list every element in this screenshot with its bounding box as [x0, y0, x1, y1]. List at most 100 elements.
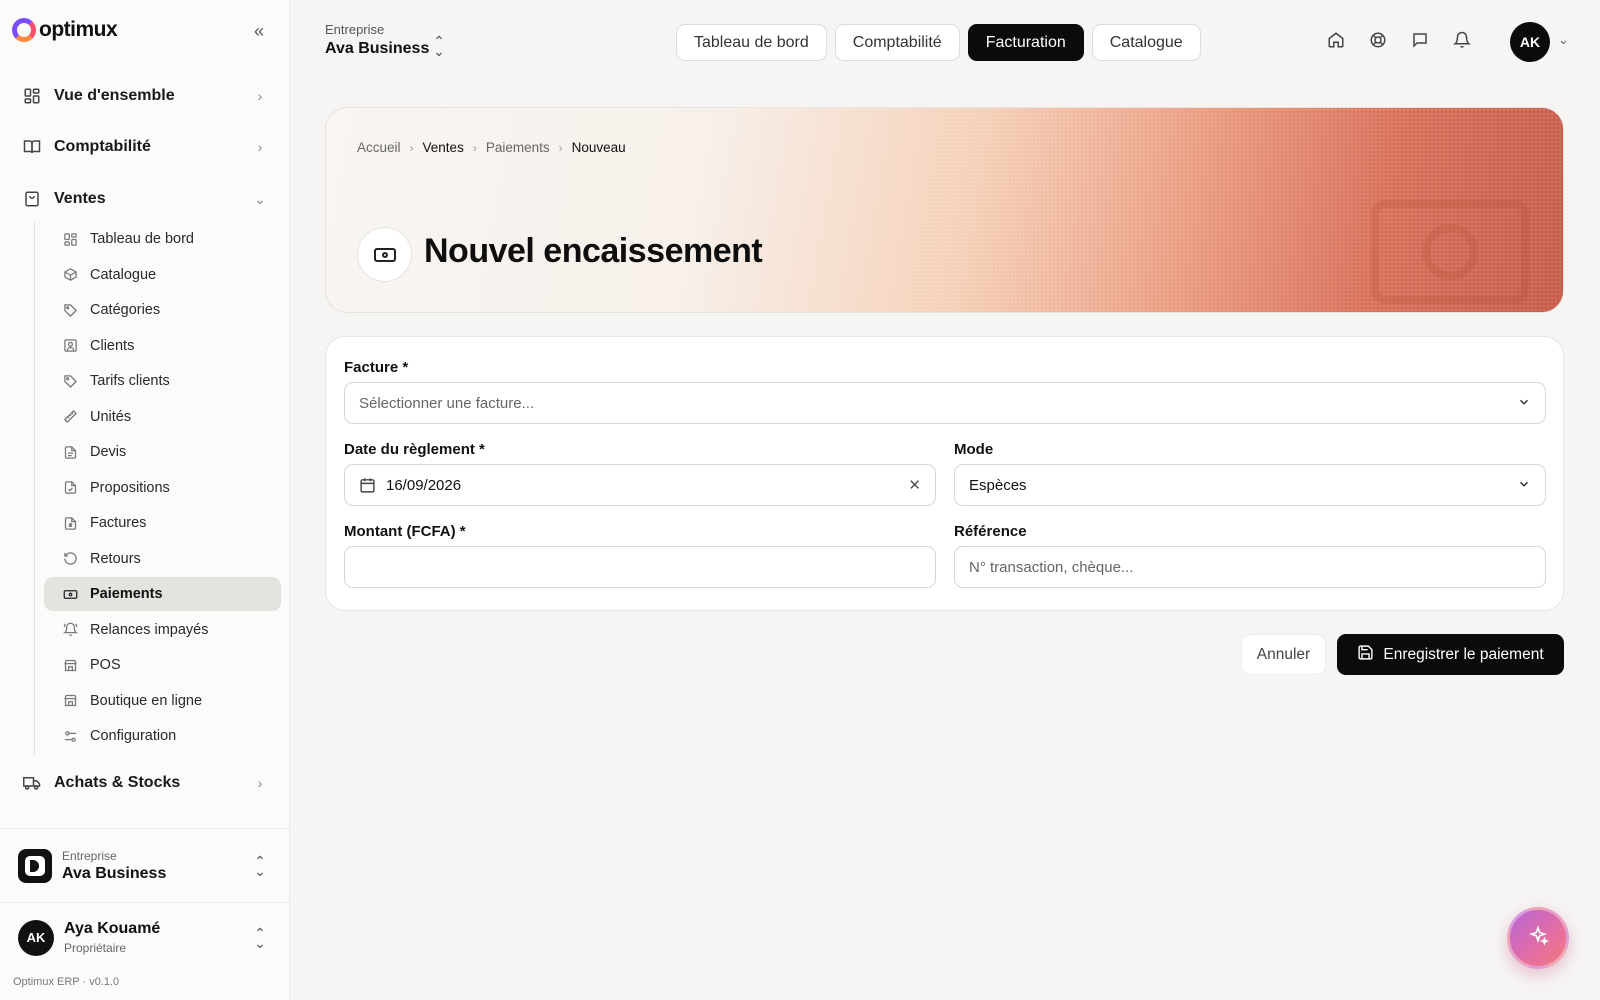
sidebar-item-paiements[interactable]: Paiements: [44, 577, 281, 611]
chevron-right-icon: ›: [409, 140, 414, 155]
sidebar-item-factures[interactable]: Factures: [44, 506, 281, 540]
topbar-avatar[interactable]: AK: [1510, 22, 1550, 62]
facture-select[interactable]: Sélectionner une facture...: [344, 382, 1546, 424]
sidebar-item-label: Factures: [90, 515, 147, 531]
sidebar-section-comptabilite[interactable]: Comptabilité ›: [12, 129, 280, 165]
tab-tableau-de-bord[interactable]: Tableau de bord: [676, 24, 827, 61]
sidebar-item-pos[interactable]: POS: [44, 648, 281, 682]
sidebar-item-retours[interactable]: Retours: [44, 542, 281, 576]
sidebar-item-label: Clients: [90, 337, 135, 354]
sidebar-item-label: Catégories: [90, 302, 161, 318]
company-logo: [18, 848, 52, 883]
sidebar-item-boutique-en-ligne[interactable]: Boutique en ligne: [44, 684, 281, 718]
save-button-label: Enregistrer le paiement: [1383, 645, 1544, 663]
date-picker-field[interactable]: 16/09/2026 ✕: [344, 464, 936, 506]
ruler-icon: [62, 409, 78, 425]
optimux-logo-icon: [12, 18, 36, 42]
chevrons-up-down-icon: ⌃ ⌄: [433, 33, 445, 59]
sidebar-item-propositions[interactable]: Propositions: [44, 471, 281, 505]
collapse-sidebar-icon[interactable]: «: [248, 20, 270, 42]
cancel-button[interactable]: Annuler: [1241, 634, 1326, 675]
breadcrumb-item-paiements[interactable]: Paiements: [486, 140, 550, 155]
package-icon: [62, 267, 78, 283]
sidebar-item-label: Tarifs clients: [90, 373, 170, 389]
date-value: 16/09/2026: [386, 476, 462, 494]
sidebar-section-vue-ensemble[interactable]: Vue d'ensemble ›: [12, 78, 280, 114]
home-icon[interactable]: [1326, 30, 1346, 50]
sidebar-item-label: Catalogue: [90, 266, 157, 283]
user-menu[interactable]: AK Aya Kouamé Propriétaire ⌃ ⌄: [0, 902, 290, 972]
mode-value: Espèces: [969, 476, 1027, 494]
topbar-company-switcher[interactable]: Entreprise Ava Business ⌃ ⌄: [325, 22, 445, 58]
sidebar-item-categories[interactable]: Catégories: [44, 293, 281, 327]
payment-form: Facture * Sélectionner une facture... Da…: [325, 336, 1564, 611]
chevron-down-icon: [1517, 477, 1531, 494]
sidebar-item-label: Tableau de bord: [90, 231, 194, 247]
topbar-company-name: Ava Business: [325, 40, 430, 57]
sidebar-item-catalogue[interactable]: Catalogue: [44, 258, 281, 292]
sidebar-item-devis[interactable]: Devis: [44, 435, 281, 469]
facture-placeholder: Sélectionner une facture...: [359, 394, 535, 412]
reference-input[interactable]: [969, 558, 1531, 576]
app-version: Optimux ERP · v0.1.0: [13, 976, 120, 988]
bell-icon[interactable]: [1452, 30, 1472, 50]
contact-icon: [62, 338, 78, 354]
sidebar-item-tarifs-clients[interactable]: Tarifs clients: [44, 364, 281, 398]
chevron-down-icon[interactable]: ⌄: [1558, 32, 1569, 48]
sidebar-item-relances-impayes[interactable]: Relances impayés: [44, 613, 281, 647]
app-logo-text: optimux: [39, 18, 118, 41]
sidebar-item-label: Configuration: [90, 728, 177, 744]
help-circle-icon[interactable]: [1368, 30, 1388, 50]
sidebar-section-label: Achats & Stocks: [54, 774, 181, 791]
sidebar-item-label: Propositions: [90, 479, 170, 496]
reference-label: Référence: [954, 523, 1027, 540]
grid-icon: [62, 231, 78, 247]
sidebar-item-clients[interactable]: Clients: [44, 329, 281, 363]
chevron-right-icon: ›: [257, 139, 263, 155]
banknote-icon: [62, 586, 78, 602]
company-switcher[interactable]: Entreprise Ava Business ⌃ ⌄: [0, 828, 290, 902]
ai-assistant-button[interactable]: [1507, 907, 1569, 969]
settings-sliders-icon: [62, 728, 78, 744]
message-icon[interactable]: [1410, 30, 1430, 50]
sidebar-item-unites[interactable]: Unités: [44, 400, 281, 434]
chevrons-up-down-icon: ⌃ ⌄: [254, 924, 266, 951]
breadcrumb-item-ventes[interactable]: Ventes: [423, 140, 464, 155]
mode-label: Mode: [954, 441, 994, 458]
banknote-watermark-icon: [1371, 200, 1529, 304]
calendar-icon: [359, 477, 376, 494]
page-title: Nouvel encaissement: [424, 232, 763, 270]
montant-field[interactable]: [344, 546, 936, 588]
sidebar-item-label: Relances impayés: [90, 621, 209, 638]
chevron-right-icon: ›: [472, 140, 477, 155]
facture-label: Facture *: [344, 359, 409, 376]
sidebar-item-tableau-de-bord[interactable]: Tableau de bord: [44, 222, 281, 256]
chevrons-up-down-icon: ⌃ ⌄: [254, 852, 266, 879]
company-caption: Entreprise: [62, 848, 117, 863]
tab-catalogue[interactable]: Catalogue: [1091, 24, 1201, 61]
sidebar-item-configuration[interactable]: Configuration: [44, 719, 281, 753]
save-payment-button[interactable]: Enregistrer le paiement: [1337, 634, 1564, 675]
sidebar-section-ventes[interactable]: Ventes ⌄: [12, 181, 280, 217]
sidebar-section-achats-stocks[interactable]: Achats & Stocks ›: [12, 765, 280, 801]
sidebar-section-label: Comptabilité: [54, 138, 151, 155]
shopping-bag-icon: [22, 189, 42, 209]
clear-icon[interactable]: ✕: [908, 476, 921, 494]
breadcrumb-item-accueil[interactable]: Accueil: [357, 140, 401, 155]
topbar-icons: [1326, 30, 1472, 50]
page-hero: Accueil › Ventes › Paiements › Nouveau N…: [325, 107, 1564, 313]
montant-input[interactable]: [359, 558, 921, 576]
user-role: Propriétaire: [64, 941, 127, 955]
tab-comptabilite[interactable]: Comptabilité: [834, 24, 960, 61]
app-logo[interactable]: optimux: [12, 18, 118, 42]
reference-field[interactable]: [954, 546, 1546, 588]
sidebar-item-label: Boutique en ligne: [90, 692, 203, 709]
tag-icon: [62, 373, 78, 389]
topbar-company-caption: Entreprise: [325, 22, 385, 37]
banknote-icon: [357, 227, 412, 282]
mode-select[interactable]: Espèces: [954, 464, 1546, 506]
tag-icon: [62, 302, 78, 318]
sidebar-section-label: Ventes: [54, 190, 106, 207]
tab-facturation[interactable]: Facturation: [967, 24, 1084, 61]
truck-icon: [22, 773, 42, 793]
